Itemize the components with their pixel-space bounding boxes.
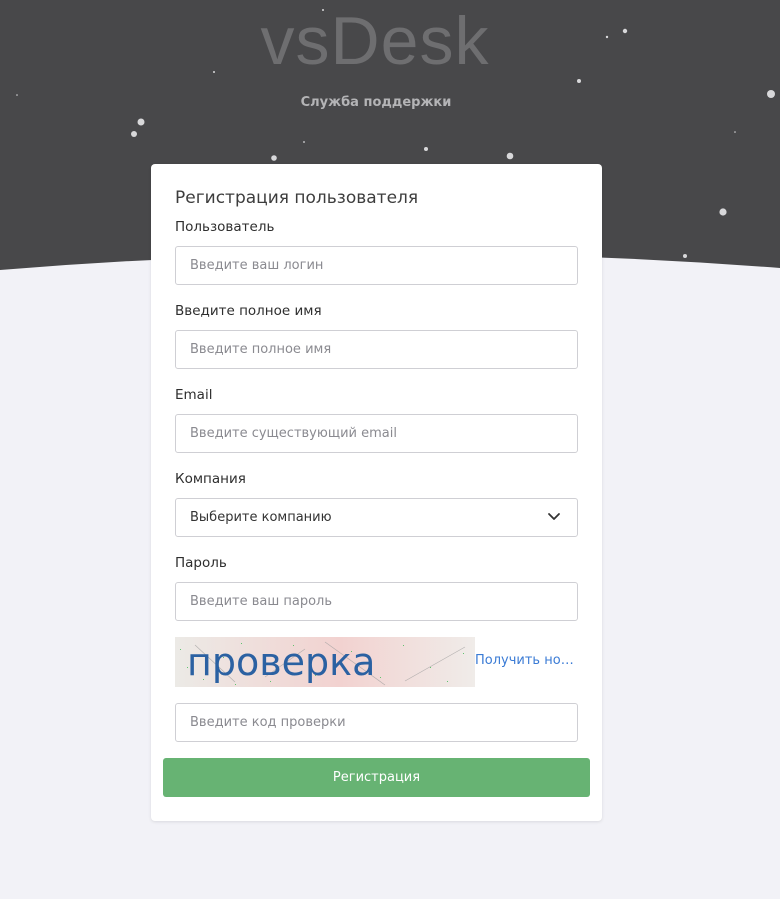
password-label: Пароль (175, 555, 227, 571)
fullname-label: Введите полное имя (175, 303, 322, 319)
fullname-field-wrapper (175, 330, 578, 369)
company-select-value: Выберите компанию (190, 510, 332, 525)
app-logo: vsDesk (260, 3, 490, 79)
fullname-input[interactable] (176, 331, 577, 368)
company-label: Компания (175, 471, 246, 487)
form-title: Регистрация пользователя (175, 188, 419, 208)
username-input[interactable] (176, 247, 577, 284)
username-label: Пользователь (175, 219, 275, 235)
captcha-image: проверка (175, 637, 475, 687)
captcha-input[interactable] (176, 704, 577, 741)
registration-card: Регистрация пользователя Пользователь Вв… (151, 164, 602, 821)
email-label: Email (175, 387, 213, 403)
email-field-wrapper (175, 414, 578, 453)
chevron-down-icon (548, 513, 560, 520)
email-input[interactable] (176, 415, 577, 452)
captcha-field-wrapper (175, 703, 578, 742)
app-subtitle: Служба поддержки (300, 95, 452, 110)
captcha-text: проверка (187, 640, 375, 684)
captcha-refresh-link[interactable]: Получить новый код (475, 653, 578, 668)
company-select[interactable]: Выберите компанию (175, 498, 578, 537)
password-field-wrapper (175, 582, 578, 621)
password-input[interactable] (176, 583, 577, 620)
username-field-wrapper (175, 246, 578, 285)
register-button[interactable]: Регистрация (163, 758, 590, 797)
